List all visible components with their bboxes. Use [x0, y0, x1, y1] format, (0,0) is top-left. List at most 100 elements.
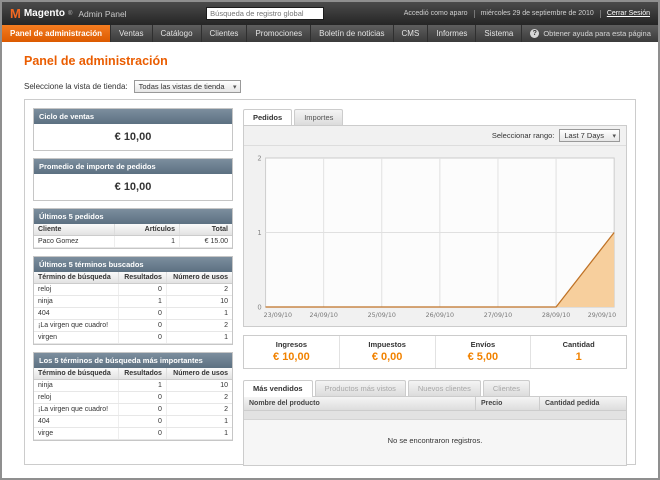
total-value: € 0,00 — [340, 351, 435, 363]
products-grid-header: Nombre del producto Precio Cantidad pedi… — [244, 397, 626, 411]
table-body: reloj02ninja11040401¡La virgen que cuadr… — [34, 284, 232, 344]
nav-item[interactable]: Boletín de noticias — [311, 25, 393, 42]
table-row: virgen01 — [34, 332, 232, 344]
table-header-row: Término de búsquedaResultadosNúmero de u… — [34, 368, 232, 380]
table-row: virge01 — [34, 428, 232, 440]
average-orders-panel: Promedio de importe de pedidos € 10,00 — [33, 158, 233, 201]
total-value: 1 — [531, 351, 626, 363]
column-header: Resultados — [118, 368, 166, 380]
top-search-terms-table: Término de búsquedaResultadosNúmero de u… — [34, 368, 232, 440]
products-grid: Nombre del producto Precio Cantidad pedi… — [243, 396, 627, 466]
dashboard-left-column: Ciclo de ventas € 10,00 Promedio de impo… — [33, 108, 233, 456]
column-header: Número de usos — [166, 272, 232, 284]
range-select[interactable]: Last 7 Days — [559, 129, 620, 142]
store-view-select[interactable]: Todas las vistas de tienda — [134, 80, 241, 93]
column-header: Término de búsqueda — [34, 272, 118, 284]
topbar-user-area: Accedió como aparo miércoles 29 de septi… — [404, 10, 650, 18]
column-header: Total — [179, 224, 232, 236]
last-orders-panel: Últimos 5 pedidos ClienteArtículosTotal … — [33, 208, 233, 249]
panel-title: Ciclo de ventas — [34, 109, 232, 124]
magento-logo-icon: M — [10, 7, 21, 20]
nav-item[interactable]: Promociones — [247, 25, 311, 42]
total-value: € 10,00 — [244, 351, 339, 363]
column-header-product-name: Nombre del producto — [244, 397, 476, 410]
column-header: Artículos — [115, 224, 180, 236]
table-row: 40401 — [34, 308, 232, 320]
total-label: Envíos — [436, 340, 531, 349]
top-search-terms-panel: Los 5 términos de búsqueda más important… — [33, 352, 233, 441]
nav-item[interactable]: Sistema — [476, 25, 522, 42]
table-row: ninja110 — [34, 380, 232, 392]
tab-productos-mas-vistos[interactable]: Productos más vistos — [315, 380, 406, 396]
tab-clientes[interactable]: Clientes — [483, 380, 530, 396]
registered-mark: ® — [68, 11, 72, 17]
total-ingresos: Ingresos € 10,00 — [244, 336, 339, 368]
panel-title: Últimos 5 términos buscados — [34, 257, 232, 272]
nav-item[interactable]: Panel de administración — [2, 25, 111, 42]
chart-toolbar: Seleccionar rango: Last 7 Days — [244, 126, 626, 146]
total-label: Ingresos — [244, 340, 339, 349]
lifetime-sales-panel: Ciclo de ventas € 10,00 — [33, 108, 233, 151]
tab-mas-vendidos[interactable]: Más vendidos — [243, 380, 313, 397]
last-orders-table: ClienteArtículosTotal Paco Gomez1€ 15.00 — [34, 224, 232, 248]
range-label: Seleccionar rango: — [492, 131, 555, 140]
table-header-row: ClienteArtículosTotal — [34, 224, 232, 236]
total-label: Cantidad — [531, 340, 626, 349]
nav-item[interactable]: Informes — [428, 25, 476, 42]
nav-item[interactable]: Catálogo — [153, 25, 202, 42]
panel-title: Últimos 5 pedidos — [34, 209, 232, 224]
panel-title: Promedio de importe de pedidos — [34, 159, 232, 174]
totals-bar: Ingresos € 10,00 Impuestos € 0,00 Envíos… — [243, 335, 627, 369]
top-bar: M Magento ® Admin Panel Accedió como apa… — [2, 2, 658, 25]
dashboard-box: Ciclo de ventas € 10,00 Promedio de impo… — [24, 99, 636, 465]
magento-logo[interactable]: M Magento ® Admin Panel — [10, 7, 127, 20]
nav-item[interactable]: Clientes — [202, 25, 248, 42]
products-tabs: Más vendidos Productos más vistos Nuevos… — [243, 379, 627, 396]
current-date: miércoles 29 de septiembre de 2010 — [481, 10, 594, 17]
column-header-qty: Cantidad pedida — [540, 397, 626, 410]
column-header: Cliente — [34, 224, 115, 236]
total-impuestos: Impuestos € 0,00 — [339, 336, 435, 368]
global-search-input[interactable] — [206, 7, 324, 20]
column-header: Resultados — [118, 272, 166, 284]
main-nav: Panel de administraciónVentasCatálogoCli… — [2, 25, 658, 42]
table-row: Paco Gomez1€ 15.00 — [34, 236, 232, 248]
nav-item[interactable]: CMS — [394, 25, 429, 42]
page-help-link[interactable]: ? Obtener ayuda para esta página — [522, 25, 659, 42]
svg-text:23/09/10: 23/09/10 — [264, 311, 292, 319]
svg-text:27/09/10: 27/09/10 — [484, 311, 512, 319]
tab-nuevos-clientes[interactable]: Nuevos clientes — [408, 380, 481, 396]
svg-text:28/09/10: 28/09/10 — [542, 311, 570, 319]
table-body: ninja110reloj02¡La virgen que cuadro!024… — [34, 380, 232, 440]
total-envios: Envíos € 5,00 — [435, 336, 531, 368]
svg-text:25/09/10: 25/09/10 — [368, 311, 396, 319]
total-value: € 5,00 — [436, 351, 531, 363]
total-label: Impuestos — [340, 340, 435, 349]
svg-text:26/09/10: 26/09/10 — [426, 311, 454, 319]
table-row: ninja110 — [34, 296, 232, 308]
table-row: ¡La virgen que cuadro!02 — [34, 320, 232, 332]
last-search-terms-panel: Últimos 5 términos buscados Término de b… — [33, 256, 233, 345]
tab-importes[interactable]: Importes — [294, 109, 343, 125]
grid-empty-strip — [244, 411, 626, 420]
tab-pedidos[interactable]: Pedidos — [243, 109, 292, 126]
logo-text: Magento — [24, 8, 65, 19]
nav-item[interactable]: Ventas — [111, 25, 152, 42]
svg-text:0: 0 — [257, 303, 261, 311]
page-title: Panel de administración — [24, 54, 636, 68]
help-icon: ? — [530, 29, 539, 38]
store-view-row: Seleccione la vista de tienda: Todas las… — [24, 80, 636, 93]
svg-text:2: 2 — [257, 154, 261, 162]
magento-admin-window: M Magento ® Admin Panel Accedió como apa… — [0, 0, 660, 480]
last-search-terms-table: Término de búsquedaResultadosNúmero de u… — [34, 272, 232, 344]
table-body: Paco Gomez1€ 15.00 — [34, 236, 232, 248]
svg-text:29/09/10: 29/09/10 — [588, 311, 616, 319]
logout-link[interactable]: Cerrar Sesión — [607, 10, 650, 17]
logo-subtitle: Admin Panel — [78, 9, 126, 19]
store-view-label: Seleccione la vista de tienda: — [24, 82, 128, 91]
chart-tabs: Pedidos Importes — [243, 108, 627, 125]
content-area: Panel de administración Seleccione la vi… — [2, 42, 658, 478]
column-header: Número de usos — [166, 368, 232, 380]
column-header-price: Precio — [476, 397, 540, 410]
table-header-row: Término de búsquedaResultadosNúmero de u… — [34, 272, 232, 284]
